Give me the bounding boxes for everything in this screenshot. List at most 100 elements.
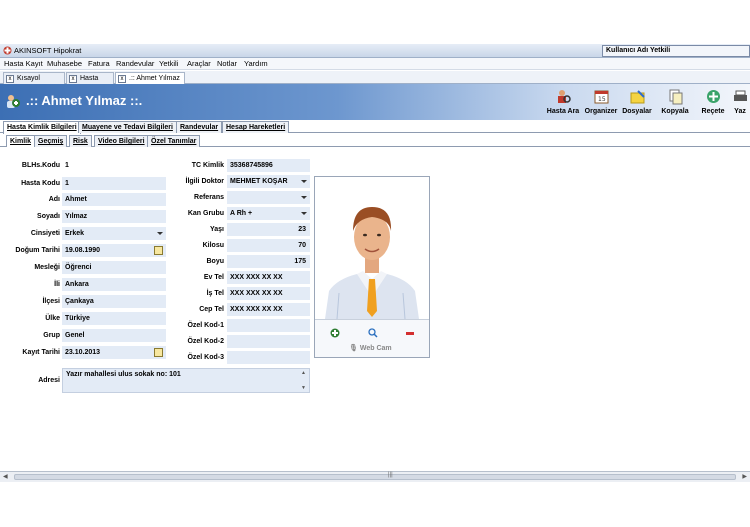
scrollbar-thumb[interactable] [14,474,736,480]
copy-button[interactable]: Kopyala [656,88,694,115]
chevron-down-icon[interactable] [301,180,307,183]
scroll-left-icon[interactable]: ◀ [3,473,8,480]
custom-code-1-field[interactable] [227,319,310,332]
doctor-select[interactable]: MEHMET KOŞAR [227,175,310,188]
label-first-name: Adı [48,196,60,203]
patient-code-field[interactable]: 1 [62,177,166,190]
label-tc-id: TC Kimlik [191,162,224,169]
label-age: Yaşı [209,226,224,233]
doc-tab-shortcuts[interactable]: xKısayol Çubuğu [3,72,65,93]
prescription-button[interactable]: Reçete [694,88,732,115]
country-field[interactable]: Türkiye [62,312,166,325]
print-button[interactable]: Yaz [730,88,750,115]
label-reference: Referans [194,194,224,201]
menu-yetkili[interactable]: Yetkili [159,59,178,68]
tab-account-movements[interactable]: Hesap Hareketleri [222,121,290,133]
label-address: Adresi [38,377,60,384]
patient-logo-icon [7,95,20,108]
gender-select[interactable]: Erkek [62,227,166,240]
calendar-picker-icon[interactable] [154,246,163,255]
calendar-picker-icon[interactable] [154,348,163,357]
label-custom-code-1: Özel Kod-1 [187,322,224,329]
menu-fatura[interactable]: Fatura [88,59,110,68]
svg-text:15: 15 [598,96,606,103]
label-group: Grup [43,332,60,339]
close-icon[interactable]: x [69,75,77,83]
tab-custom-definitions[interactable]: Özel Tanımlar [147,135,201,147]
menu-bar: Hasta Kayıt Muhasebe Fatura Randevular Y… [0,58,750,70]
search-patient-button[interactable]: Hasta Ara [544,88,582,115]
group-field[interactable]: Genel [62,329,166,342]
age-field[interactable]: 23 [227,223,310,236]
delete-photo-icon[interactable] [405,328,415,338]
birth-date-value: 19.08.1990 [65,247,101,254]
tab-risk[interactable]: Risk [69,135,92,147]
height-field[interactable]: 175 [227,255,310,268]
user-field[interactable]: Kullanıcı Adı Yetkili [602,45,750,57]
menu-muhasebe[interactable]: Muhasebe [47,59,82,68]
address-textarea[interactable]: Yazır mahallesi ulus sokak no: 101 ▲ ▼ [62,368,310,393]
chevron-down-icon[interactable] [301,196,307,199]
doc-tab-search[interactable]: xHasta Arama [66,72,114,93]
photo-panel: 🎙 Web Cam [314,176,430,358]
tab-identity[interactable]: Kimlik [6,135,36,147]
chevron-down-icon[interactable] [157,232,163,235]
custom-code-2-field[interactable] [227,335,310,348]
menu-yardim[interactable]: Yardım [244,59,268,68]
zoom-icon[interactable] [368,328,378,338]
menu-randevular[interactable]: Randevular [116,59,154,68]
close-icon[interactable]: x [6,75,14,83]
microphone-icon: 🎙 [349,345,358,352]
print-icon [733,90,747,101]
patient-title: .:: Ahmet Yılmaz ::. [26,93,143,108]
scroll-down-icon[interactable]: ▼ [301,385,306,391]
work-phone-field[interactable]: XXX XXX XX XX [227,287,310,300]
tab-video-info[interactable]: Video Bilgileri [94,135,149,147]
label-birth-date: Doğum Tarihi [15,247,60,254]
label-custom-code-3: Özel Kod-3 [187,354,224,361]
menu-hasta-kayit[interactable]: Hasta Kayıt [4,59,43,68]
registration-date-field[interactable]: 23.10.2013 [62,346,166,359]
last-name-field[interactable]: Yılmaz [62,210,166,223]
city-field[interactable]: Ankara [62,278,166,291]
blood-type-select[interactable]: A Rh + [227,207,310,220]
district-field[interactable]: Çankaya [62,295,166,308]
horizontal-scrollbar[interactable]: ◀ ||| ▶ [0,471,750,482]
mobile-phone-field[interactable]: XXX XXX XX XX [227,303,310,316]
weight-field[interactable]: 70 [227,239,310,252]
folder-icon [630,90,645,104]
webcam-button[interactable]: 🎙 Web Cam [349,344,392,352]
tab-appointments[interactable]: Randevular [176,121,223,133]
doc-tab-patient[interactable]: x.:: Ahmet Yılmaz ::. [115,72,185,93]
label-patient-code: Hasta Kodu [21,180,60,187]
menu-notlar[interactable]: Notlar [217,59,237,68]
custom-code-3-field[interactable] [227,351,310,364]
gender-value: Erkek [65,230,85,237]
close-icon[interactable]: x [118,75,126,83]
birth-date-field[interactable]: 19.08.1990 [62,244,166,257]
label-home-phone: Ev Tel [203,274,224,281]
chevron-down-icon[interactable] [301,212,307,215]
first-name-field[interactable]: Ahmet [62,193,166,206]
window-title: AKINSOFT Hipokrat [14,46,82,55]
tab-patient-identity[interactable]: Hasta Kimlik Bilgileri [3,121,81,134]
tab-examination[interactable]: Muayene ve Tedavi Bilgileri [78,121,177,133]
search-patient-icon [557,90,571,103]
toolbar-label: Hasta Ara [546,108,580,115]
home-phone-field[interactable]: XXX XXX XX XX [227,271,310,284]
tc-id-field[interactable]: 35368745896 [227,159,310,172]
doctor-value: MEHMET KOŞAR [230,178,288,185]
sub-tabs: Kimlik Geçmiş Risk Video Bilgileri Özel … [0,134,750,147]
add-photo-icon[interactable] [330,328,340,338]
reference-select[interactable] [227,191,310,204]
label-registration-date: Kayıt Tarihi [22,349,60,356]
menu-araclar[interactable]: Araçlar [187,59,211,68]
occupation-field[interactable]: Öğrenci [62,261,166,274]
scroll-right-icon[interactable]: ▶ [742,473,747,480]
tab-history[interactable]: Geçmiş [34,135,68,147]
organizer-button[interactable]: 15 Organizer [582,88,620,115]
scroll-up-icon[interactable]: ▲ [301,370,306,376]
label-blhs-code: BLHs.Kodu [21,162,60,169]
calendar-icon: 15 [594,90,608,104]
files-button[interactable]: Dosyalar [618,88,656,115]
